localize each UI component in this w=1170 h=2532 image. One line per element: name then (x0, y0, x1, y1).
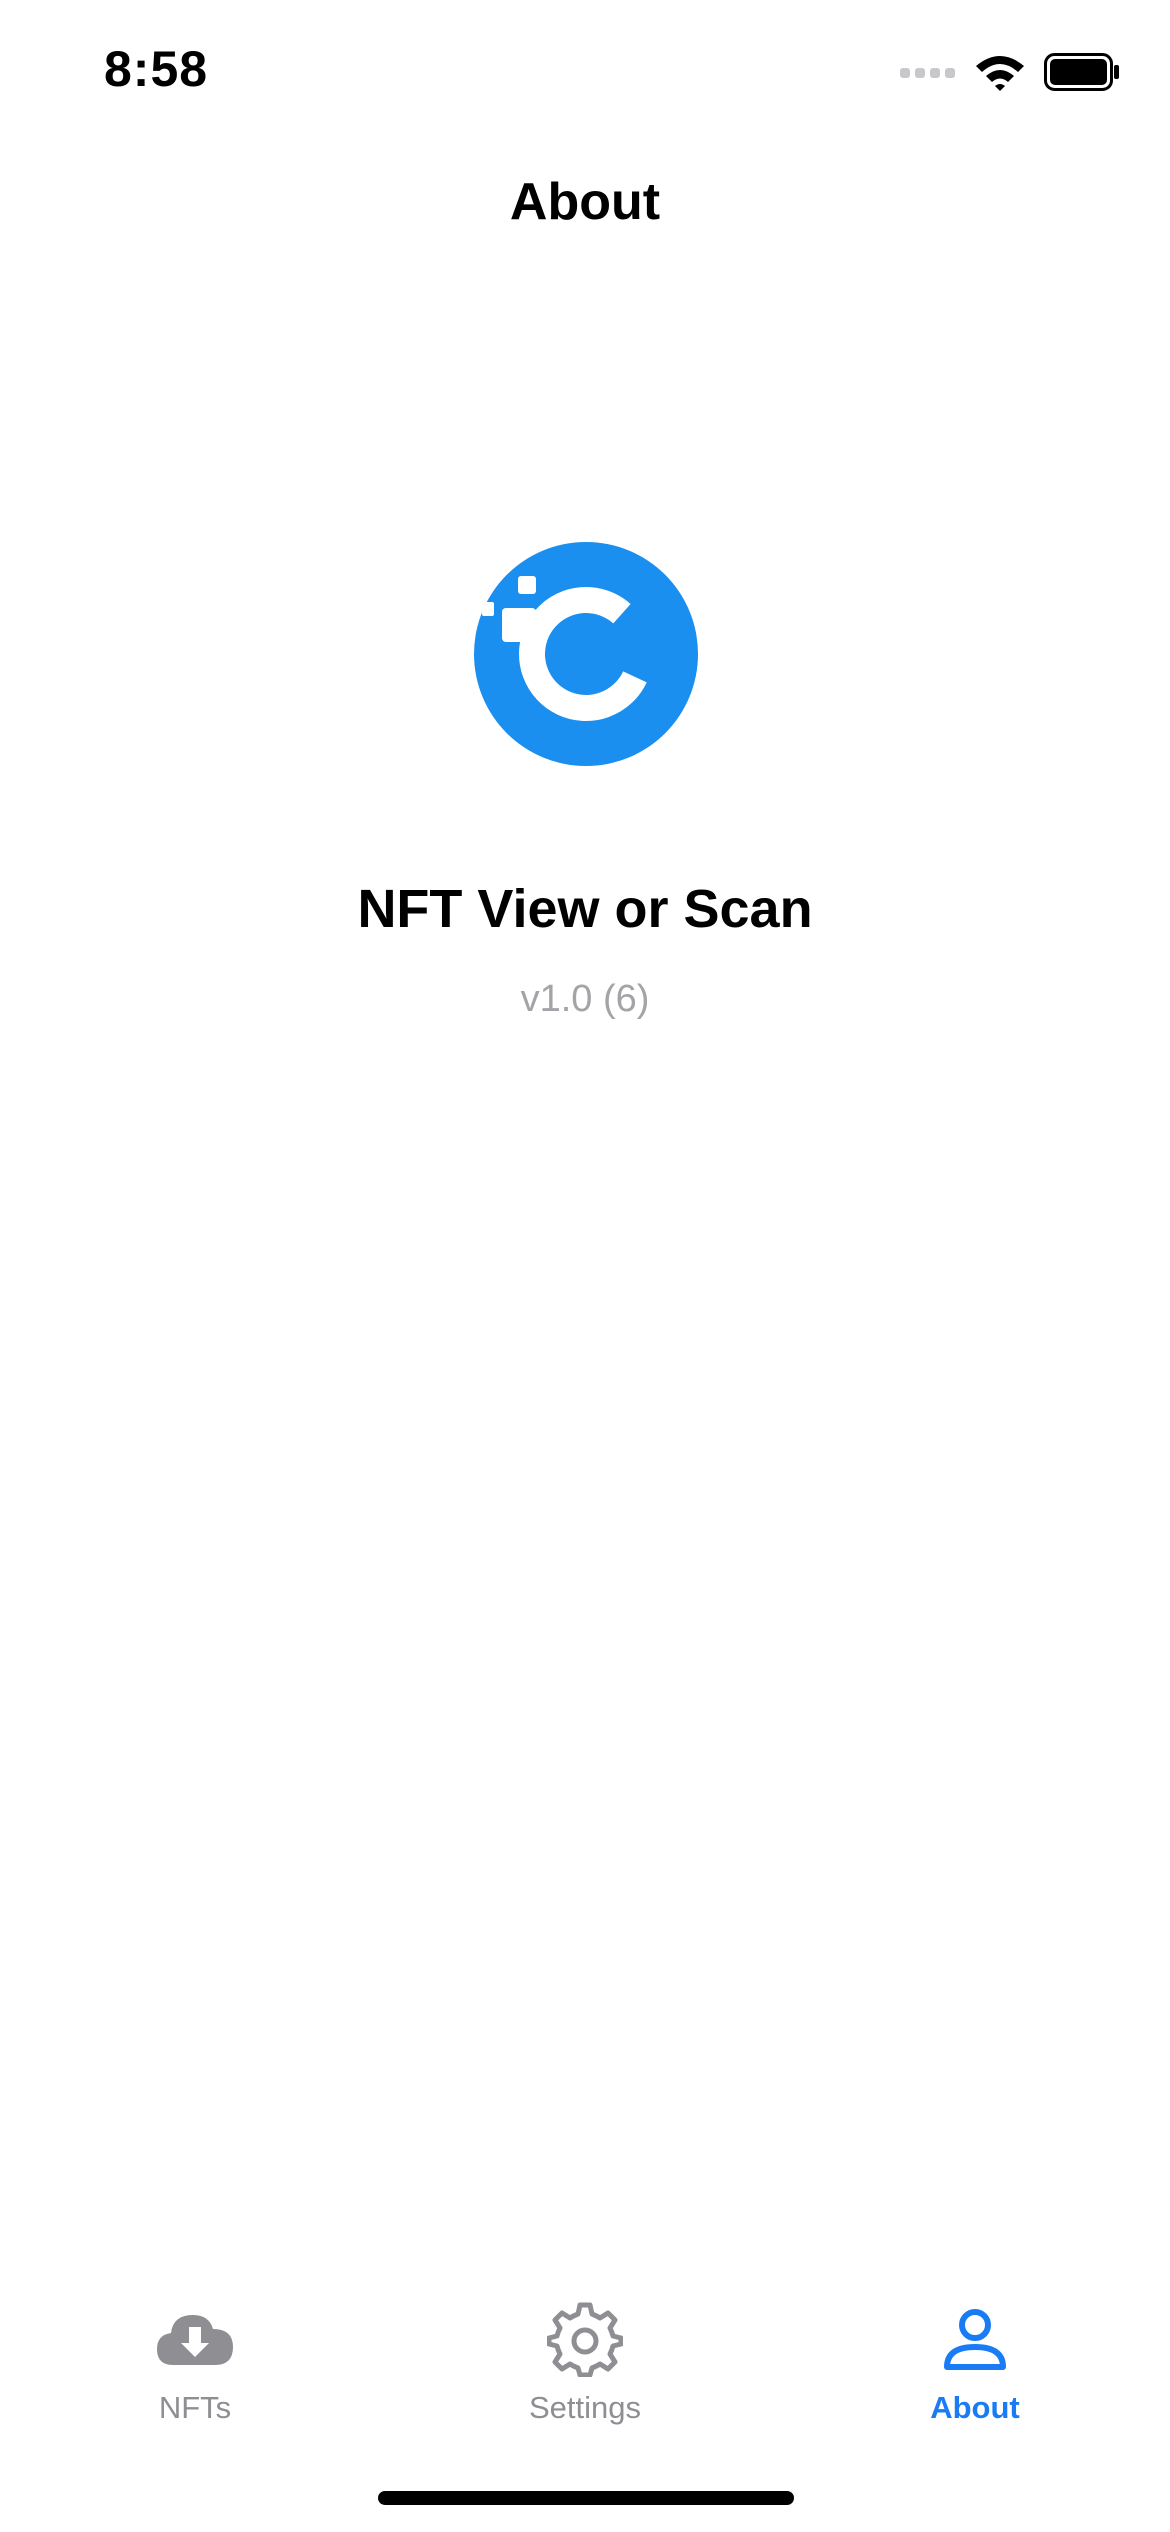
app-name: NFT View or Scan (357, 879, 813, 939)
cloud-download-icon (150, 2294, 240, 2384)
cellular-signal-icon (900, 68, 955, 78)
tab-nfts[interactable]: NFTs (0, 2280, 390, 2430)
page-title: About (509, 173, 661, 231)
gear-icon (540, 2294, 630, 2384)
status-icons (900, 52, 1120, 92)
wifi-icon (976, 56, 1024, 91)
tab-label: About (930, 2390, 1020, 2425)
app-version: v1.0 (6) (520, 978, 650, 1020)
tab-bar: NFTs Settings About (0, 2280, 1170, 2460)
tab-label: Settings (528, 2390, 641, 2425)
status-time: 8:58 (104, 41, 209, 97)
tab-settings[interactable]: Settings (390, 2280, 780, 2430)
app-logo-icon (474, 542, 698, 766)
tab-about[interactable]: About (780, 2280, 1170, 2430)
status-bar: 8:58 (0, 0, 1170, 150)
tab-label: NFTs (158, 2390, 232, 2425)
battery-icon (1044, 53, 1119, 91)
home-indicator[interactable] (378, 2491, 794, 2505)
person-icon (930, 2294, 1020, 2384)
